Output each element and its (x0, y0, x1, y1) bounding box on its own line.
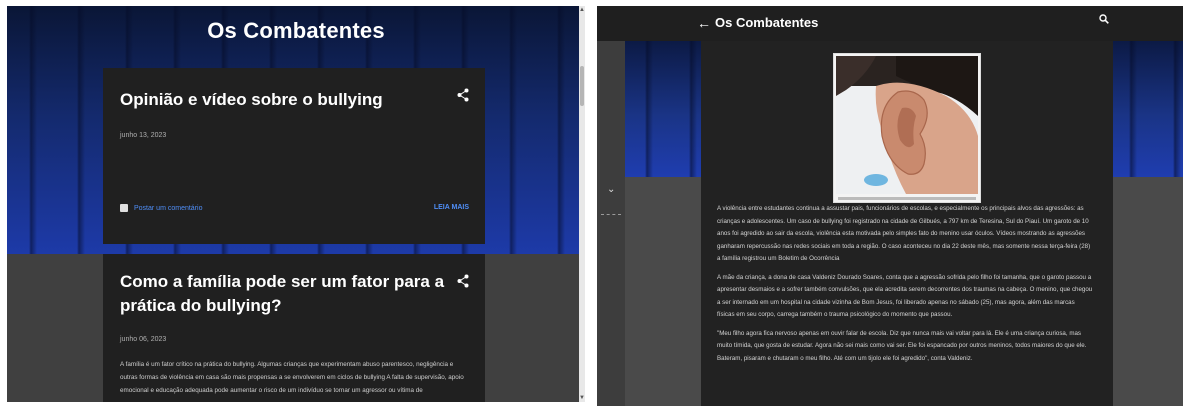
scroll-down-icon[interactable]: ▼ (579, 394, 585, 402)
post-title[interactable]: Opinião e vídeo sobre o bullying (120, 88, 445, 112)
post-excerpt: A família é um fator crítico na prática … (120, 361, 464, 394)
post-date: junho 06, 2023 (120, 336, 167, 343)
article-photo (833, 53, 981, 203)
blog-title[interactable]: Os Combatentes (7, 18, 585, 44)
share-icon[interactable] (457, 88, 469, 102)
article-pane: ⌄ ← Os Combatentes A violência entre est (597, 6, 1183, 406)
share-icon[interactable] (457, 274, 469, 288)
divider (601, 214, 621, 215)
side-gutter (597, 41, 625, 406)
search-icon[interactable] (1099, 14, 1109, 24)
read-more-link[interactable]: LEIA MAIS (434, 204, 469, 211)
top-app-bar: ← Os Combatentes (597, 6, 1183, 41)
blog-home-pane: Os Combatentes Opinião e vídeo sobre o b… (7, 6, 585, 402)
post-card: Como a família pode ser um fator para a … (103, 254, 485, 402)
ear-photo-image (836, 56, 978, 194)
article-paragraph: A mãe da criança, a dona de casa Valdeni… (717, 273, 1093, 319)
comment-icon (120, 204, 128, 212)
article-body: A violência entre estudantes continua a … (701, 41, 1113, 406)
article-text: A violência entre estudantes continua a … (717, 203, 1093, 371)
photo-caption (838, 197, 976, 200)
chevron-down-icon[interactable]: ⌄ (607, 184, 615, 195)
comment-label: Postar um comentário (134, 204, 203, 212)
scrollbar-thumb[interactable] (580, 66, 584, 106)
scroll-up-icon[interactable]: ▲ (579, 6, 585, 14)
post-title[interactable]: Como a família pode ser um fator para a … (120, 270, 445, 318)
back-arrow-icon[interactable]: ← (697, 15, 711, 31)
post-comment-link[interactable]: Postar um comentário (120, 204, 202, 212)
article-paragraph: A violência entre estudantes continua a … (717, 205, 1091, 262)
app-bar-title[interactable]: Os Combatentes (715, 15, 818, 30)
post-card: Opinião e vídeo sobre o bullying junho 1… (103, 68, 485, 244)
scrollbar[interactable]: ▲ ▼ (579, 6, 585, 402)
post-date: junho 13, 2023 (120, 132, 167, 139)
article-paragraph: "Meu filho agora fica nervoso apenas em … (717, 329, 1087, 362)
